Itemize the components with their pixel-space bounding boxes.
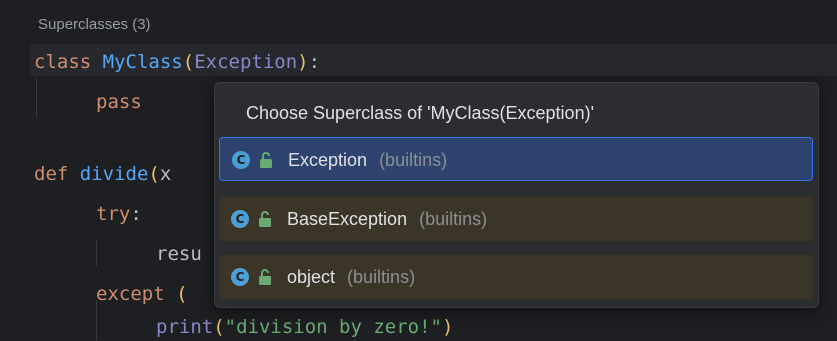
code-line-pass[interactable]: pass xyxy=(96,88,142,116)
popup-title: Choose Superclass of 'MyClass(Exception)… xyxy=(246,103,595,123)
item-location: (builtins) xyxy=(347,267,416,287)
class-icon: C xyxy=(231,268,249,286)
superclass-item-exception[interactable]: C Exception (builtins) xyxy=(219,137,813,181)
item-name: object xyxy=(287,267,336,287)
item-name: BaseException xyxy=(287,209,408,229)
class-icon: C xyxy=(231,210,249,228)
superclass-item-baseexception[interactable]: C BaseException (builtins) xyxy=(219,197,813,241)
unlock-icon xyxy=(259,211,271,227)
indent-guide xyxy=(96,240,97,266)
item-location: (builtins) xyxy=(419,209,488,229)
superclass-item-object[interactable]: C object (builtins) xyxy=(219,255,813,299)
code-line-try[interactable]: try: xyxy=(96,200,142,228)
item-name: Exception xyxy=(288,150,368,170)
code-line-class-def[interactable]: class MyClass(Exception): xyxy=(34,48,320,76)
class-icon: C xyxy=(232,151,250,169)
unlock-icon xyxy=(259,269,271,285)
choose-superclass-popup: Choose Superclass of 'MyClass(Exception)… xyxy=(214,82,819,308)
code-line-result[interactable]: resu xyxy=(156,240,202,268)
superclasses-hint: Superclasses (3) xyxy=(38,16,151,33)
unlock-icon xyxy=(260,152,272,168)
code-line-print[interactable]: print("division by zero!") xyxy=(156,313,453,341)
item-location: (builtins) xyxy=(379,150,448,170)
indent-guide xyxy=(36,78,37,118)
code-line-except[interactable]: except ( xyxy=(96,280,188,308)
code-line-def-divide[interactable]: def divide(x xyxy=(34,160,171,188)
